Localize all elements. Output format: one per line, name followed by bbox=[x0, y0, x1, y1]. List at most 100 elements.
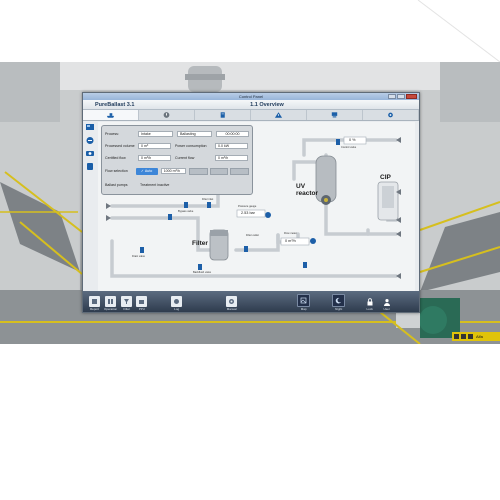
status-square-icon-2 bbox=[461, 334, 466, 339]
flow-step-button-1[interactable] bbox=[189, 167, 208, 175]
tab-warnings[interactable] bbox=[251, 110, 307, 120]
flow-meter-value: 0 m³/h bbox=[285, 239, 296, 243]
map-icon bbox=[297, 294, 311, 307]
footer-manual-label: Manual bbox=[226, 307, 237, 311]
current-flow-value: 0 m³/h bbox=[215, 155, 248, 161]
footer-operation-button[interactable]: Operation bbox=[104, 296, 117, 311]
footer-report-label: Report bbox=[89, 307, 99, 311]
sidebar-flow[interactable] bbox=[84, 135, 95, 145]
window-titlebar[interactable]: Control Panel bbox=[83, 93, 419, 100]
minimize-button[interactable] bbox=[388, 94, 396, 99]
uv-control-valve[interactable] bbox=[336, 139, 340, 145]
footer-toolbar: Report Operation Filter PPd Log Manual M… bbox=[83, 291, 419, 312]
inlet-valve[interactable] bbox=[168, 214, 172, 220]
manual-icon bbox=[226, 296, 238, 307]
filter-outlet-label: Filter outlet bbox=[246, 234, 259, 237]
footer-night-label: Night bbox=[335, 307, 343, 311]
ppd-icon bbox=[136, 296, 148, 307]
filter[interactable] bbox=[209, 229, 229, 261]
drain-valve[interactable] bbox=[140, 247, 144, 253]
treatment-status: Treatment inactive bbox=[140, 183, 170, 187]
footer-manual-button[interactable]: Manual bbox=[226, 296, 238, 311]
flow-icon bbox=[86, 136, 93, 144]
tab-ballast[interactable] bbox=[83, 110, 139, 120]
user-icon bbox=[381, 296, 392, 307]
state-value: Ballasting bbox=[177, 131, 212, 137]
left-sidebar bbox=[84, 122, 97, 171]
maximize-button[interactable] bbox=[397, 94, 405, 99]
power-consumption-value: 0.0 kW bbox=[215, 143, 248, 149]
close-button[interactable] bbox=[406, 94, 417, 99]
flow-step-button-3[interactable] bbox=[230, 167, 250, 175]
footer-ppd-button[interactable]: PPd bbox=[136, 296, 148, 311]
cip-label: CIP bbox=[380, 174, 391, 181]
pressure-gauge-icon[interactable] bbox=[265, 212, 271, 218]
flow-setpoint-input[interactable]: 1000 m³/h bbox=[160, 168, 187, 174]
cip-unit[interactable] bbox=[377, 181, 399, 221]
backflush-valve-label: Backflush valve bbox=[193, 271, 212, 274]
footer-user-label: User bbox=[383, 307, 390, 311]
uv-reactor[interactable] bbox=[315, 155, 337, 205]
tab-settings[interactable] bbox=[363, 110, 419, 120]
sidebar-tank[interactable] bbox=[84, 161, 95, 171]
clipboard-icon bbox=[220, 112, 225, 118]
process-value: Intake bbox=[138, 131, 173, 137]
tank-icon bbox=[86, 162, 93, 170]
operation-icon bbox=[105, 296, 117, 307]
footer-user-button[interactable]: User bbox=[381, 296, 392, 311]
footer-lock-button[interactable]: Lock bbox=[364, 296, 375, 311]
elapsed-time: 00:00:00 bbox=[216, 131, 249, 137]
bottom-white-margin bbox=[0, 344, 500, 500]
overview-icon bbox=[85, 123, 94, 130]
status-square-icon bbox=[454, 334, 459, 339]
drain-valve-label: Drain valve bbox=[132, 255, 145, 258]
processed-volume-value: 0 m³ bbox=[138, 143, 171, 149]
process-overview-canvas: Process: Intake Ballasting 00:00:00 Proc… bbox=[98, 122, 415, 291]
process-status-panel: Process: Intake Ballasting 00:00:00 Proc… bbox=[101, 125, 253, 195]
footer-filter-button[interactable]: Filter bbox=[121, 296, 133, 311]
ballast-ship-icon bbox=[106, 113, 115, 118]
bypass-valve[interactable] bbox=[184, 202, 188, 208]
window-title: Control Panel bbox=[238, 94, 264, 99]
power-consumption-label: Power consumption bbox=[175, 144, 207, 148]
backflush-valve[interactable] bbox=[198, 264, 202, 270]
alarm-icon bbox=[163, 112, 170, 118]
status-square-icon-3 bbox=[468, 334, 473, 339]
sidebar-pumps[interactable] bbox=[84, 148, 95, 158]
screen-header: PureBallast 3.1 1.1 Overview bbox=[83, 100, 419, 110]
tab-system[interactable] bbox=[307, 110, 363, 120]
warning-icon bbox=[274, 112, 283, 118]
log-icon bbox=[171, 296, 183, 307]
uv-reactor-label: UV reactor bbox=[296, 183, 319, 197]
app-name: PureBallast 3.1 bbox=[95, 101, 135, 108]
status-value: Alfa bbox=[476, 334, 483, 339]
footer-log-button[interactable]: Log bbox=[171, 296, 183, 311]
bypass-valve-label: Bypass valve bbox=[178, 210, 194, 213]
status-bar: Alfa bbox=[452, 332, 500, 341]
ballast-pumps-label: Ballast pumps bbox=[105, 183, 128, 187]
footer-filter-label: Filter bbox=[123, 307, 131, 311]
footer-report-button[interactable]: Report bbox=[89, 296, 100, 311]
flow-meter-icon[interactable] bbox=[310, 238, 316, 244]
control-panel-window: Control Panel PureBallast 3.1 1.1 Overvi… bbox=[82, 92, 420, 313]
night-icon bbox=[332, 294, 346, 307]
tab-reports[interactable] bbox=[195, 110, 251, 120]
lock-icon bbox=[364, 296, 375, 307]
filter-inlet-valve[interactable] bbox=[207, 202, 211, 208]
pressure-gauge-label: Pressure gauge bbox=[238, 205, 257, 208]
flow-step-button-2[interactable] bbox=[209, 167, 229, 175]
footer-operation-label: Operation bbox=[104, 307, 118, 311]
pump-icon bbox=[85, 150, 94, 156]
footer-map-button[interactable]: Map bbox=[297, 294, 311, 311]
control-valve-percent: 0 % bbox=[349, 138, 356, 142]
flow-mode-auto-button[interactable]: ✓ Auto bbox=[135, 167, 158, 175]
tab-alarms[interactable] bbox=[139, 110, 195, 120]
footer-night-button[interactable]: Night bbox=[332, 294, 346, 311]
filter-outlet-valve[interactable] bbox=[244, 246, 248, 252]
return-valve[interactable] bbox=[303, 262, 307, 268]
top-white-margin bbox=[0, 0, 500, 62]
sidebar-overview[interactable] bbox=[84, 122, 95, 132]
system-icon bbox=[331, 112, 338, 118]
report-icon bbox=[89, 296, 100, 307]
footer-ppd-label: PPd bbox=[138, 307, 145, 311]
